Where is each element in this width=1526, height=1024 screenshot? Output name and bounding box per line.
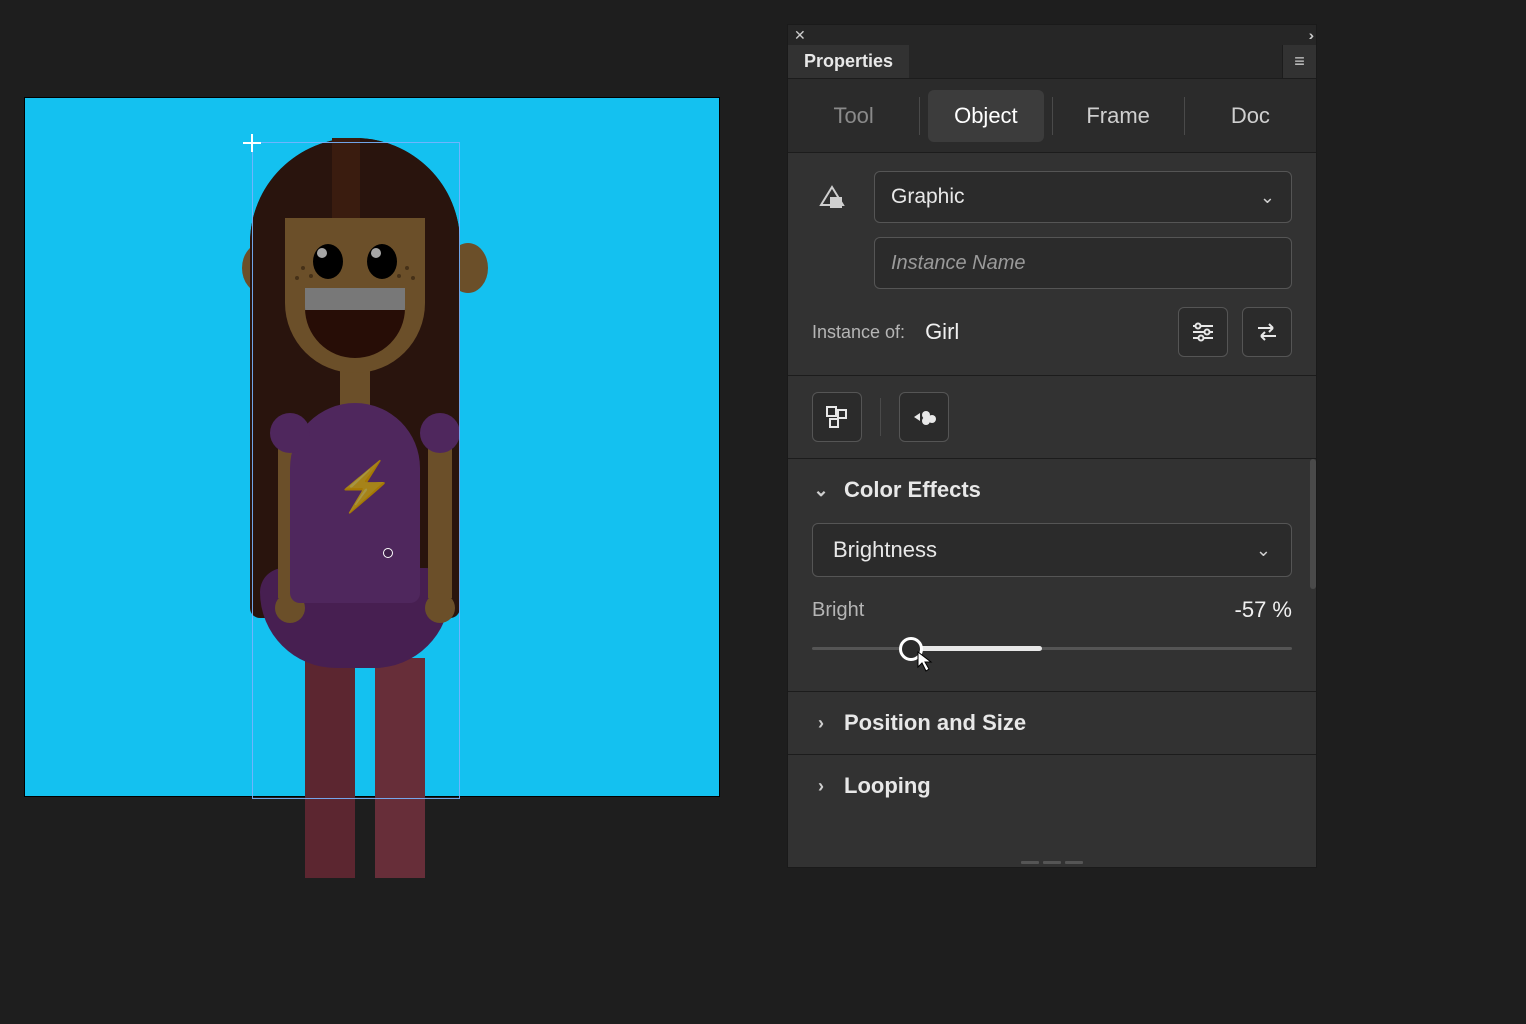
category-frame[interactable]: Frame (1061, 90, 1176, 142)
stage-canvas[interactable]: ⚡ (24, 97, 720, 797)
instance-of-label: Instance of: (812, 322, 905, 343)
chevron-down-icon: ⌄ (1260, 187, 1275, 208)
panel-tab-properties[interactable]: Properties (788, 45, 909, 78)
panel-scrollbar[interactable] (1310, 459, 1316, 589)
brightness-slider[interactable] (812, 633, 1292, 665)
selection-bounds (253, 143, 459, 798)
instance-type-select[interactable]: Graphic ⌄ (874, 171, 1292, 223)
chevron-right-icon: › (812, 776, 830, 797)
category-doc[interactable]: Doc (1193, 90, 1308, 142)
swap-symbol-button[interactable] (1242, 307, 1292, 357)
section-position-size-header[interactable]: › Position and Size (812, 710, 1292, 736)
panel-collapse-icon[interactable]: ›› (1309, 27, 1310, 43)
category-object[interactable]: Object (928, 90, 1043, 142)
brightness-value[interactable]: -57 % (1235, 597, 1292, 623)
instance-type-value: Graphic (891, 185, 965, 209)
properties-panel: ✕ ›› Properties ≡ Tool Object Frame Doc … (787, 24, 1317, 868)
panel-close-icon[interactable]: ✕ (794, 27, 806, 44)
instance-name-input[interactable]: Instance Name (874, 237, 1292, 289)
instance-options-button[interactable] (1178, 307, 1228, 357)
break-apart-button[interactable] (812, 392, 862, 442)
chevron-down-icon: ⌄ (812, 480, 830, 501)
section-color-effects-header[interactable]: ⌄ Color Effects (812, 477, 1292, 503)
section-looping-header[interactable]: › Looping (812, 773, 1292, 799)
transform-origin-icon (383, 548, 393, 558)
category-tool[interactable]: Tool (796, 90, 911, 142)
color-effect-mode-select[interactable]: Brightness ⌄ (812, 523, 1292, 577)
chevron-right-icon: › (812, 713, 830, 734)
instance-of-value: Girl (919, 319, 1164, 345)
panel-menu-icon[interactable]: ≡ (1282, 45, 1316, 78)
panel-resize-grip-icon[interactable] (788, 857, 1316, 867)
edit-symbol-button[interactable] (899, 392, 949, 442)
instance-type-icon (812, 185, 852, 209)
chevron-down-icon: ⌄ (1256, 540, 1271, 561)
brightness-label: Bright (812, 599, 864, 622)
